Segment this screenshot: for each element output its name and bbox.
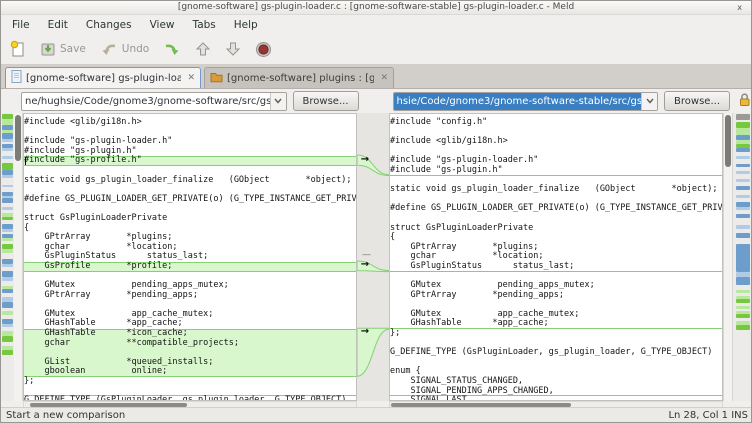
apply-change-arrow-icon[interactable]: → xyxy=(358,155,372,165)
cursor-position: Ln 28, Col 1 INS xyxy=(668,410,748,421)
code-line: }; xyxy=(24,377,356,387)
diff-view: #include <glib/gi18n.h> #include "gs-plug… xyxy=(1,113,752,401)
code-line: gchar **compatible_projects; xyxy=(24,339,356,349)
diffmap-stripe xyxy=(736,277,750,285)
file-selector-bar: ne/hughsie/Code/gnome3/gnome-software/sr… xyxy=(1,89,751,113)
file-icon xyxy=(11,70,22,86)
stop-button[interactable] xyxy=(255,41,272,58)
diffmap-stripe xyxy=(736,128,750,135)
text-cursor xyxy=(25,157,26,165)
code-line: #include "gs-plugin.h" xyxy=(390,166,722,176)
code-line: G_DEFINE_TYPE (GsPluginLoader, gs_plugin… xyxy=(390,348,722,358)
right-diff-overview-map[interactable] xyxy=(732,113,752,401)
code-line: GsProfile *profile; xyxy=(24,262,356,272)
diffmap-stripe xyxy=(2,163,13,170)
tab-gs-plugin-loader[interactable]: [gnome-software] gs-plugin-loader.c : [g… xyxy=(5,67,201,88)
redo-button[interactable] xyxy=(163,41,181,57)
right-file-path[interactable]: hsie/Code/gnome3/gnome-software-stable/s… xyxy=(394,93,642,110)
menu-file[interactable]: File xyxy=(3,17,39,33)
arrow-down-icon xyxy=(225,41,241,57)
tab-plugins-folder[interactable]: [gnome-software] plugins : [gnome-soft ✕ xyxy=(204,67,394,88)
left-vertical-scrollbar[interactable] xyxy=(14,113,23,401)
code-line: #include <glib/gi18n.h> xyxy=(24,118,356,128)
code-line: struct GsPluginLoaderPrivate xyxy=(390,224,722,234)
undo-button[interactable]: Undo xyxy=(100,41,149,57)
arrow-up-icon xyxy=(195,41,211,57)
code-line: #include <glib/gi18n.h> xyxy=(390,137,722,147)
code-line: struct GsPluginLoaderPrivate xyxy=(24,214,356,224)
right-vertical-scrollbar[interactable] xyxy=(723,113,732,401)
stop-record-icon xyxy=(255,41,272,58)
left-code-pane[interactable]: #include <glib/gi18n.h>#include "gs-plug… xyxy=(23,113,357,401)
code-line: #define GS_PLUGIN_LOADER_GET_PRIVATE(o) … xyxy=(24,195,356,205)
menu-help[interactable]: Help xyxy=(225,17,267,33)
left-file-path[interactable]: ne/hughsie/Code/gnome3/gnome-software/sr… xyxy=(22,93,270,110)
status-message: Start a new comparison xyxy=(6,410,125,421)
menu-view[interactable]: View xyxy=(141,17,184,33)
chevron-down-icon[interactable] xyxy=(641,93,657,110)
redo-icon xyxy=(163,41,181,57)
code-line: GPtrArray *pending_apps; xyxy=(390,291,722,301)
save-button[interactable]: Save xyxy=(40,41,86,57)
code-line: #define GS_PLUGIN_LOADER_GET_PRIVATE(o) … xyxy=(390,204,722,214)
menu-tabs[interactable]: Tabs xyxy=(184,17,225,33)
save-icon xyxy=(40,41,56,57)
delete-change-minus-icon[interactable]: — xyxy=(362,251,371,260)
chevron-down-icon[interactable] xyxy=(270,93,286,110)
status-bar: Start a new comparison Ln 28, Col 1 INS xyxy=(1,407,752,422)
code-line: #include "config.h" xyxy=(390,118,722,128)
code-line: static void gs_plugin_loader_finalize (G… xyxy=(24,176,356,186)
diffmap-stripe xyxy=(736,325,750,330)
code-line: }; xyxy=(390,329,722,339)
diffmap-stripe xyxy=(736,218,750,225)
new-document-icon xyxy=(9,40,26,58)
right-code-pane[interactable]: #include "config.h" #include <glib/gi18n.… xyxy=(389,113,723,401)
left-diff-overview-map[interactable] xyxy=(1,113,14,401)
right-file-combobox[interactable]: hsie/Code/gnome3/gnome-software-stable/s… xyxy=(393,92,659,111)
folder-icon xyxy=(210,71,223,86)
code-line: GHashTable *app_cache; xyxy=(390,319,722,329)
meld-window: [gnome-software] gs-plugin-loader.c : [g… xyxy=(0,0,752,423)
previous-change-button[interactable] xyxy=(195,41,211,57)
window-title: [gnome-software] gs-plugin-loader.c : [g… xyxy=(178,2,574,12)
new-comparison-button[interactable] xyxy=(9,40,26,58)
code-line: GPtrArray *pending_apps; xyxy=(24,291,356,301)
next-change-button[interactable] xyxy=(225,41,241,57)
code-line: #include "gs-profile.h" xyxy=(24,156,356,166)
diffmap-stripe xyxy=(2,178,13,185)
code-line xyxy=(390,358,722,368)
apply-change-arrow-icon[interactable]: → xyxy=(358,260,372,270)
code-line: static void gs_plugin_loader_finalize (G… xyxy=(390,185,722,195)
left-browse-button[interactable]: Browse... xyxy=(293,91,359,111)
undo-icon xyxy=(100,41,118,57)
title-bar[interactable]: [gnome-software] gs-plugin-loader.c : [g… xyxy=(1,1,751,15)
center-change-gutter[interactable]: →→—→ xyxy=(357,113,389,401)
tab-close-icon[interactable]: ✕ xyxy=(378,73,388,83)
apply-change-arrow-icon[interactable]: → xyxy=(358,327,372,337)
menu-bar: File Edit Changes View Tabs Help xyxy=(1,15,751,34)
tool-bar: Save Undo xyxy=(1,34,751,64)
scrollbar-thumb[interactable] xyxy=(725,115,731,167)
notebook-tab-bar: [gnome-software] gs-plugin-loader.c : [g… xyxy=(1,64,751,89)
tab-label: [gnome-software] gs-plugin-loader.c : [g xyxy=(26,73,181,84)
diffmap-stripe xyxy=(2,350,13,355)
right-browse-button[interactable]: Browse... xyxy=(664,91,730,111)
tab-close-icon[interactable]: ✕ xyxy=(185,73,195,83)
code-line: gboolean online; xyxy=(24,367,356,377)
tab-label: [gnome-software] plugins : [gnome-soft xyxy=(227,73,374,84)
left-file-combobox[interactable]: ne/hughsie/Code/gnome3/gnome-software/sr… xyxy=(21,92,287,111)
menu-changes[interactable]: Changes xyxy=(77,17,141,33)
scrollbar-thumb[interactable] xyxy=(15,115,21,161)
window-close-button[interactable]: x xyxy=(737,1,742,14)
menu-edit[interactable]: Edit xyxy=(39,17,77,33)
code-line: GsPluginStatus status_last; xyxy=(390,262,722,272)
lock-icon xyxy=(738,92,751,111)
diffmap-stripe xyxy=(736,244,750,272)
